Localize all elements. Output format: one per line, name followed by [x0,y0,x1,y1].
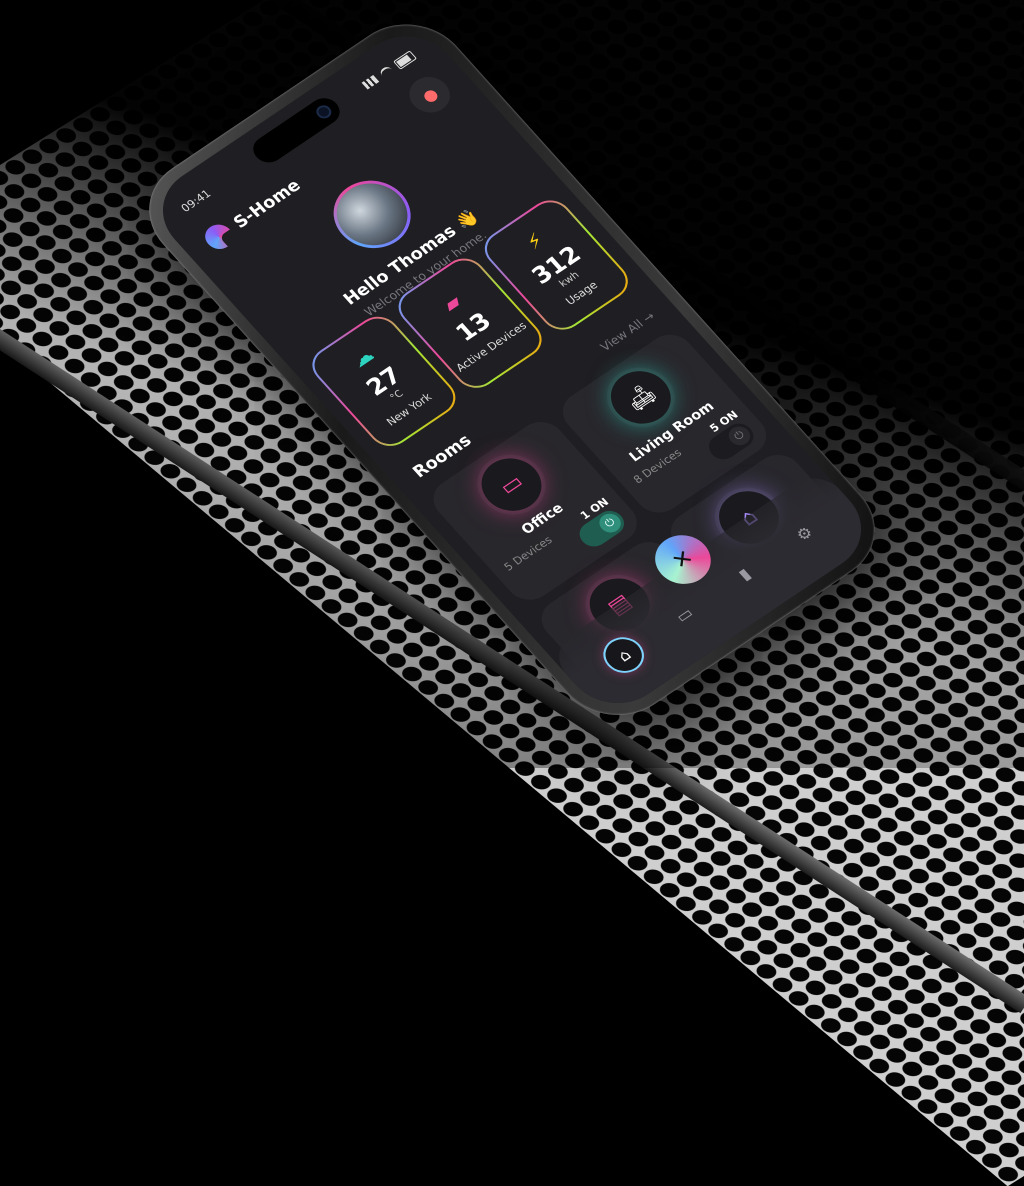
avatar-photo [322,171,422,258]
notification-icon: ● [417,83,442,106]
nav-home-button[interactable]: ⌂ [598,632,650,678]
monitor-icon: ▭ [671,603,697,626]
lightning-icon: ⚡ [520,227,549,254]
wifi-icon [377,64,396,80]
power-icon: ⏻ [595,509,626,537]
home-icon: ⌂ [613,644,635,665]
cloud-icon: ☁ [345,342,379,372]
nav-stats-button[interactable]: ▮ [719,552,770,597]
gear-icon: ⚙ [791,522,817,545]
devices-icon: ▰ [437,289,467,317]
app-logo-icon [199,219,239,254]
signal-icon [361,74,379,90]
notification-button[interactable]: ● [401,69,459,120]
nav-devices-button[interactable]: ▭ [658,592,709,637]
status-time: 09:41 [178,186,214,215]
battery-icon [392,49,417,70]
close-icon: ✕ [666,545,700,575]
nav-settings-button[interactable]: ⚙ [779,511,830,556]
power-icon: ⏻ [724,422,755,449]
bar-chart-icon: ▮ [734,564,755,584]
